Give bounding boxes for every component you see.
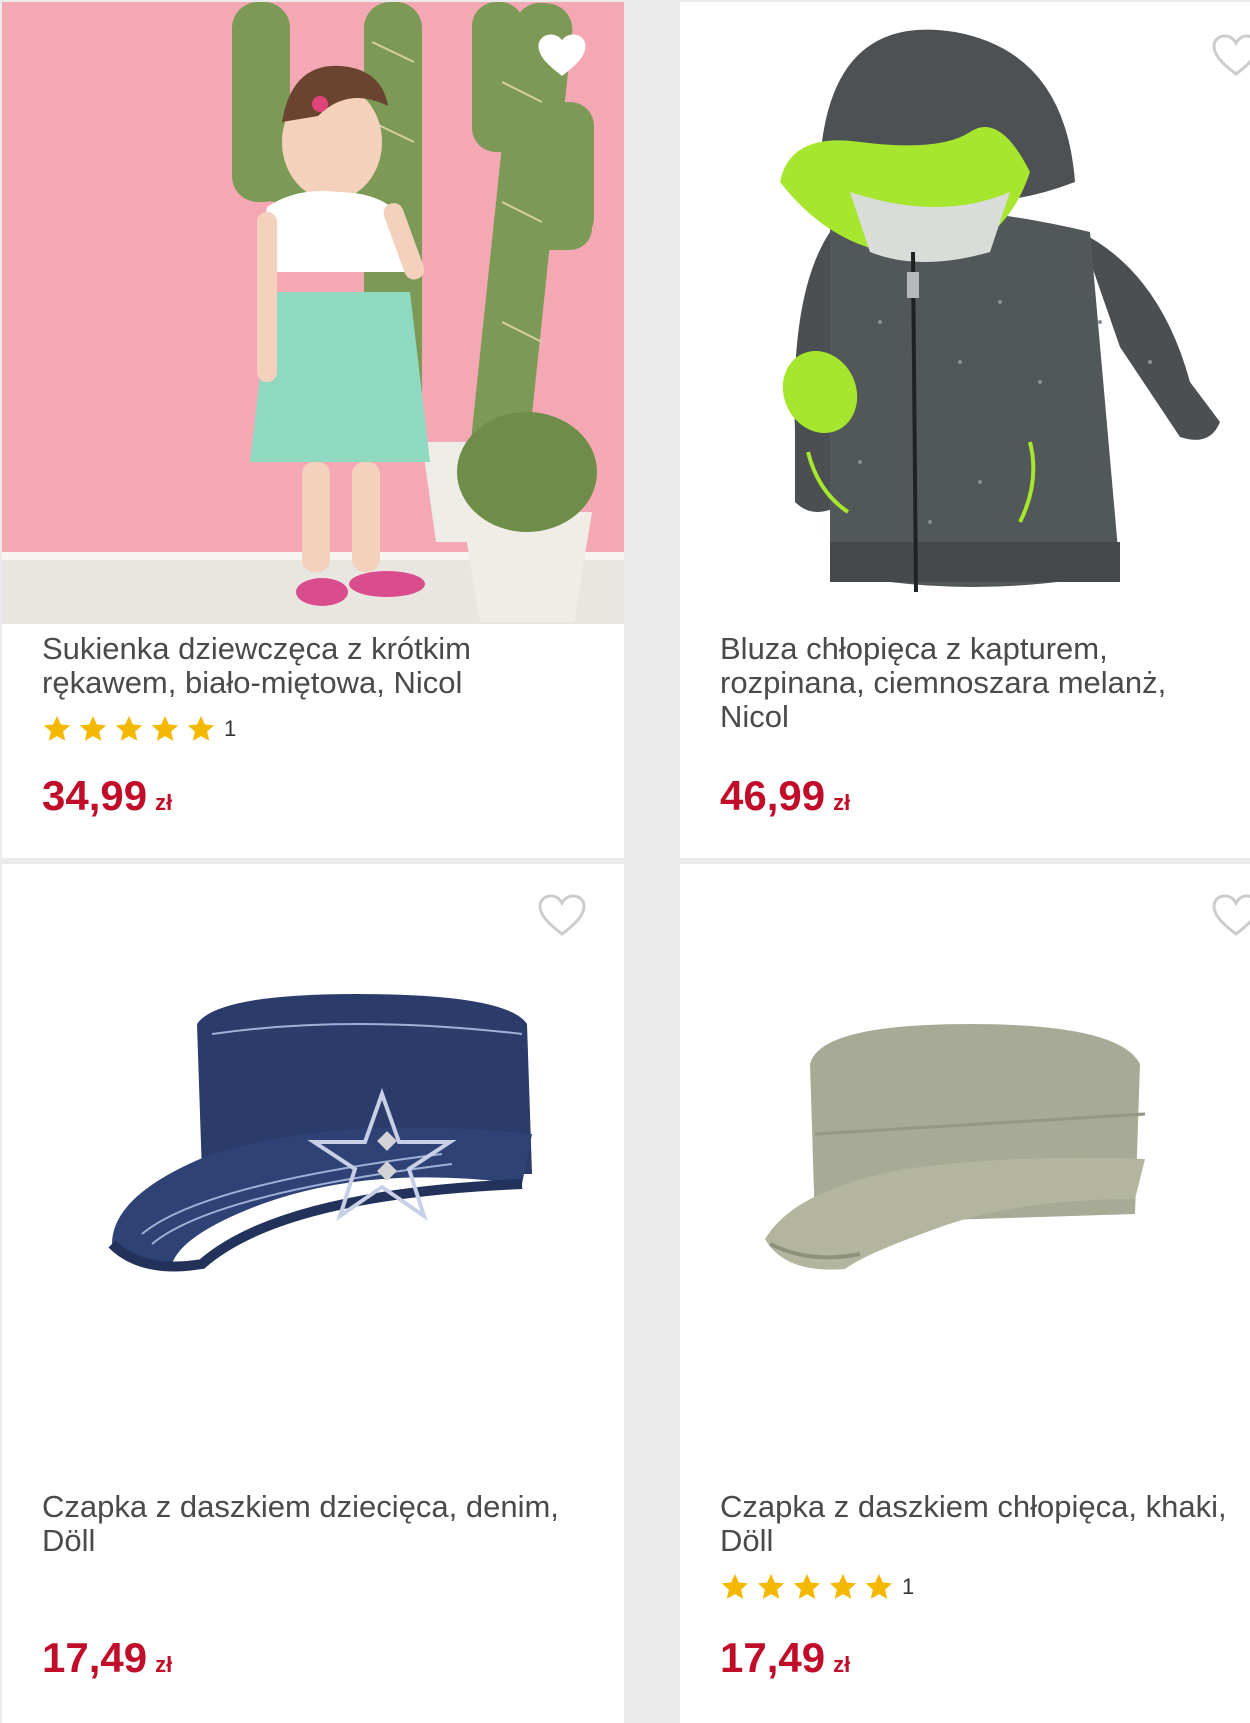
rating-count: 1 (902, 1574, 915, 1599)
star-icon (864, 1572, 894, 1602)
star-icon (114, 714, 144, 744)
product-image[interactable] (680, 864, 1250, 1454)
rating-count: 1 (224, 716, 237, 741)
heart-icon[interactable] (536, 892, 588, 938)
product-image[interactable] (2, 864, 624, 1454)
product-rating: 1 (42, 714, 236, 744)
star-icon (720, 1572, 750, 1602)
product-price: 34,99 zł (42, 772, 172, 820)
product-card[interactable]: Czapka z daszkiem chłopięca, khaki, Döll… (680, 864, 1250, 1723)
price-value: 17,49 (720, 1634, 826, 1681)
product-image[interactable] (680, 2, 1250, 624)
heart-icon[interactable] (1210, 32, 1250, 78)
star-icon (150, 714, 180, 744)
star-icon (186, 714, 216, 744)
product-title[interactable]: Czapka z daszkiem dziecięca, denim, Döll (42, 1490, 604, 1558)
price-value: 34,99 (42, 772, 148, 819)
star-icon (756, 1572, 786, 1602)
product-card[interactable]: Czapka z daszkiem dziecięca, denim, Döll… (2, 864, 624, 1723)
product-image[interactable] (2, 2, 624, 624)
price-currency: zł (833, 790, 851, 815)
price-currency: zł (155, 1652, 173, 1677)
product-price: 17,49 zł (720, 1634, 850, 1682)
product-price: 46,99 zł (720, 772, 850, 820)
product-price: 17,49 zł (42, 1634, 172, 1682)
product-title[interactable]: Sukienka dziewczęca z krótkim rękawem, b… (42, 632, 604, 700)
heart-icon[interactable] (1210, 892, 1250, 938)
price-value: 46,99 (720, 772, 826, 819)
price-currency: zł (833, 1652, 851, 1677)
product-card[interactable]: Bluza chłopięca z kapturem, rozpinana, c… (680, 2, 1250, 858)
star-icon (792, 1572, 822, 1602)
heart-icon[interactable] (536, 32, 588, 78)
star-icon (78, 714, 108, 744)
product-title[interactable]: Czapka z daszkiem chłopięca, khaki, Döll (720, 1490, 1230, 1558)
product-title[interactable]: Bluza chłopięca z kapturem, rozpinana, c… (720, 632, 1230, 734)
price-value: 17,49 (42, 1634, 148, 1681)
product-rating: 1 (720, 1572, 914, 1602)
star-icon (828, 1572, 858, 1602)
star-icon (42, 714, 72, 744)
price-currency: zł (155, 790, 173, 815)
product-card[interactable]: Sukienka dziewczęca z krótkim rękawem, b… (2, 2, 624, 858)
